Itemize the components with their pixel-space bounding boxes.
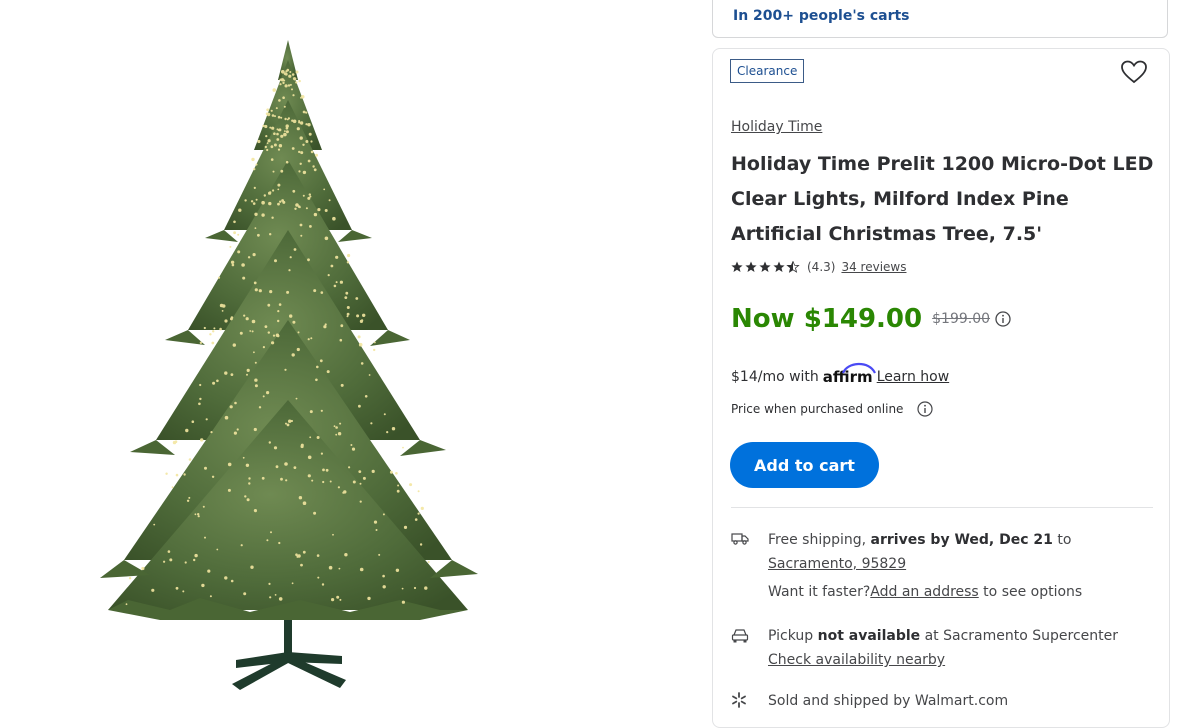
- pickup-suffix: at Sacramento Supercenter: [920, 628, 1119, 644]
- price-row: Now $149.00 $199.00: [731, 304, 1011, 334]
- shipping-prefix: Free shipping,: [768, 532, 871, 548]
- current-price: Now $149.00: [731, 304, 923, 334]
- brand-link[interactable]: Holiday Time: [731, 119, 822, 135]
- faster-prefix: Want it faster?: [768, 584, 871, 600]
- divider: [731, 507, 1153, 508]
- affirm-logo: affirm: [823, 362, 876, 386]
- clearance-badge: Clearance: [730, 59, 805, 83]
- reviews-link[interactable]: 34 reviews: [841, 260, 906, 274]
- add-address-link[interactable]: Add an address: [870, 584, 978, 600]
- heart-icon[interactable]: [1120, 60, 1148, 84]
- rating-value: (4.3): [807, 260, 836, 274]
- pickup-info: Pickup not available at Sacramento Super…: [768, 624, 1153, 672]
- shipping-to: to: [1052, 532, 1072, 548]
- affirm-arc-icon: [841, 362, 876, 374]
- car-icon: [731, 629, 749, 643]
- check-availability-link[interactable]: Check availability nearby: [768, 652, 945, 668]
- info-icon[interactable]: [995, 311, 1011, 327]
- rating-row: (4.3) 34 reviews: [731, 260, 906, 274]
- pickup-prefix: Pickup: [768, 628, 818, 644]
- was-price: $199.00: [932, 311, 991, 327]
- truck-icon: [731, 533, 749, 545]
- affirm-monthly-text: $14/mo with: [731, 369, 819, 385]
- learn-how-link[interactable]: Learn how: [877, 369, 949, 385]
- popular-banner: In 200+ people's carts: [712, 0, 1168, 38]
- product-image[interactable]: [0, 0, 690, 711]
- faster-suffix: to see options: [978, 584, 1083, 600]
- location-link[interactable]: Sacramento, 95829: [768, 556, 906, 572]
- add-to-cart-button[interactable]: Add to cart: [730, 442, 879, 488]
- price-note-row: Price when purchased online: [731, 401, 934, 417]
- spark-icon: [732, 692, 746, 708]
- stars-icon: [731, 261, 800, 273]
- seller-info: Sold and shipped by Walmart.com: [768, 693, 1009, 709]
- popular-text: In 200+ people's carts: [733, 8, 910, 24]
- shipping-info: Free shipping, arrives by Wed, Dec 21 to…: [768, 528, 1153, 604]
- tree-stand: [232, 615, 346, 690]
- price-note: Price when purchased online: [731, 402, 904, 416]
- star-rating: [731, 261, 801, 273]
- product-title: Holiday Time Prelit 1200 Micro-Dot LED C…: [731, 153, 1154, 245]
- arrival-date: arrives by Wed, Dec 21: [870, 532, 1053, 548]
- info-icon[interactable]: [917, 401, 934, 417]
- affirm-row: $14/mo with affirm Learn how: [731, 362, 949, 386]
- pickup-status: not available: [817, 628, 921, 644]
- christmas-tree-image: [100, 40, 478, 690]
